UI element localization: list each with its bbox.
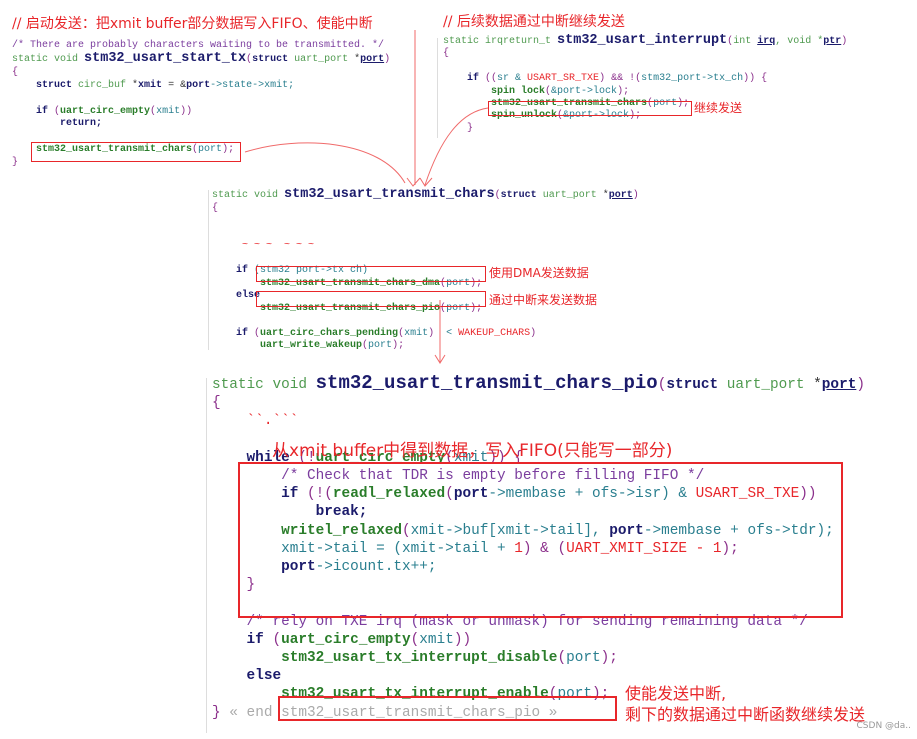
arrow-line <box>244 142 406 184</box>
arrow-head <box>406 177 433 187</box>
watermark: CSDN @da.. <box>856 721 911 731</box>
flow-arrows <box>244 30 489 364</box>
arrow-line <box>424 107 489 186</box>
